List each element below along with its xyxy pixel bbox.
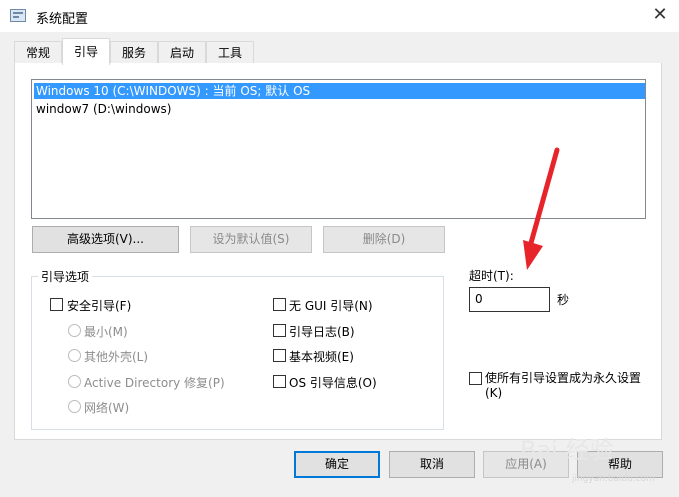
make-permanent-label: 使所有引导设置成为永久设置	[485, 371, 642, 385]
safe-boot-label: 安全引导(F)	[67, 299, 132, 313]
no-gui-boot-checkbox[interactable]	[273, 298, 286, 311]
tab-startup[interactable]: 启动	[158, 41, 206, 63]
baidu-watermark: Bai 经验	[520, 436, 614, 464]
boot-options-title: 引导选项	[38, 268, 93, 285]
baidu-watermark-url: jingyan.baidu.com	[572, 474, 656, 484]
safe-boot-checkbox[interactable]	[50, 298, 63, 311]
os-list-item-windows10[interactable]: Windows 10 (C:\WINDOWS) : 当前 OS; 默认 OS	[34, 83, 645, 99]
network-label: 网络(W)	[84, 401, 130, 415]
delete-button[interactable]: 删除(D)	[323, 226, 445, 253]
minimal-label: 最小(M)	[84, 325, 128, 339]
os-list-item-window7[interactable]: window7 (D:\windows)	[34, 101, 645, 117]
os-boot-info-checkbox[interactable]	[273, 375, 286, 388]
title-bar	[0, 0, 679, 32]
base-video-label: 基本视频(E)	[289, 350, 354, 364]
red-arrow-icon	[523, 147, 560, 270]
ok-button[interactable]: 确定	[294, 451, 380, 478]
alternate-shell-radio[interactable]	[68, 349, 81, 362]
os-boot-info-label: OS 引导信息(O)	[289, 376, 377, 390]
boot-log-label: 引导日志(B)	[289, 325, 355, 339]
tab-boot[interactable]: 引导	[62, 38, 110, 65]
base-video-checkbox[interactable]	[273, 349, 286, 362]
window-title: 系统配置	[36, 12, 89, 27]
boot-log-checkbox[interactable]	[273, 324, 286, 337]
tab-tools[interactable]: 工具	[206, 41, 254, 63]
timeout-unit: 秒	[557, 293, 570, 307]
close-button[interactable]: ✕	[641, 0, 679, 32]
advanced-options-button[interactable]: 高级选项(V)...	[32, 226, 179, 253]
minimal-radio[interactable]	[68, 324, 81, 337]
set-default-button[interactable]: 设为默认值(S)	[190, 226, 312, 253]
network-radio[interactable]	[68, 400, 81, 413]
make-permanent-label-key: (K)	[485, 386, 503, 400]
ad-repair-radio[interactable]	[68, 375, 81, 388]
no-gui-boot-label: 无 GUI 引导(N)	[289, 299, 373, 313]
ad-repair-label: Active Directory 修复(P)	[84, 376, 225, 390]
msconfig-icon	[10, 9, 26, 22]
make-permanent-checkbox[interactable]	[469, 372, 482, 385]
cancel-button[interactable]: 取消	[389, 451, 475, 478]
timeout-input[interactable]: 0	[469, 287, 550, 312]
tab-general[interactable]: 常规	[14, 41, 62, 63]
alternate-shell-label: 其他外壳(L)	[84, 350, 149, 364]
tab-services[interactable]: 服务	[110, 41, 158, 63]
